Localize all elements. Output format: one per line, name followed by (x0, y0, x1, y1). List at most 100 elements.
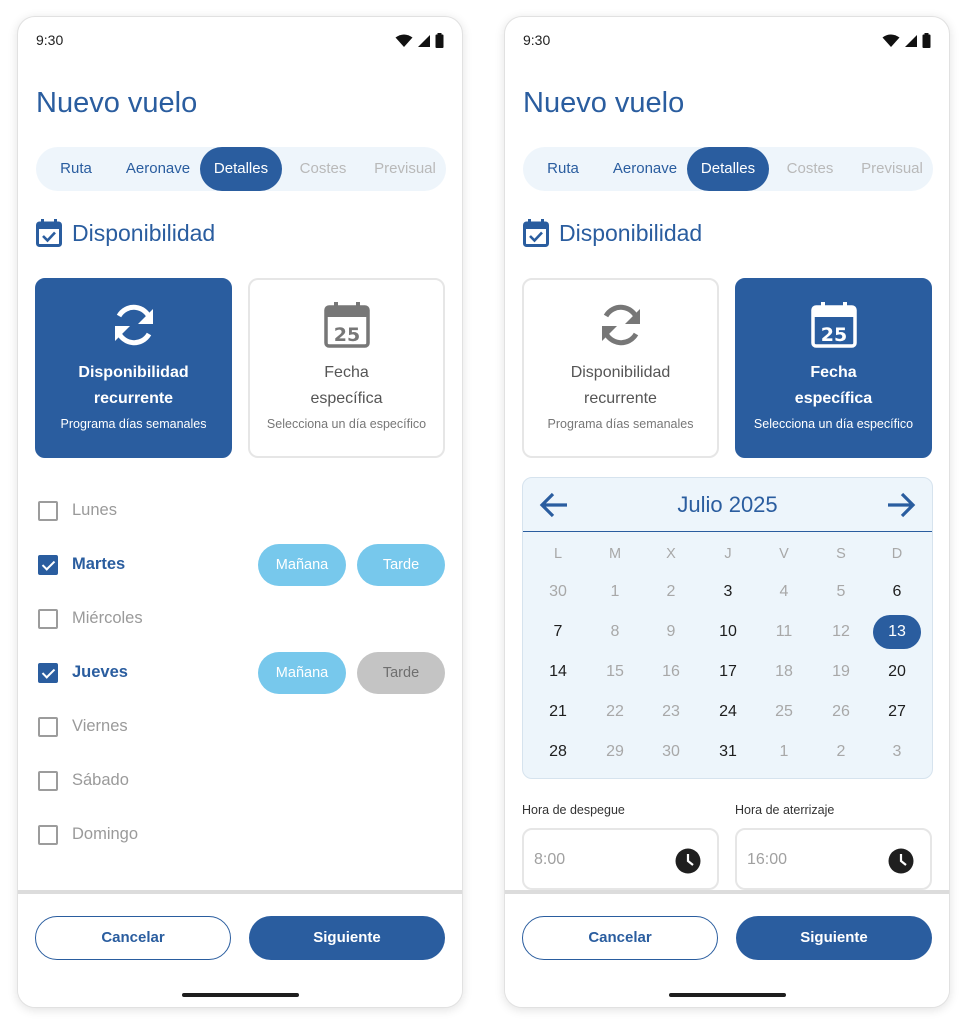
card-title-line2: específica (794, 390, 873, 407)
weekday-header: X (666, 546, 676, 562)
calendar-day: 25 (775, 703, 793, 720)
checkbox-sabado[interactable] (38, 771, 58, 791)
day-label: Martes (72, 555, 126, 573)
card-recurrent[interactable]: Disponibilidad recurrente Programa días … (35, 278, 232, 458)
home-indicator[interactable] (182, 993, 299, 997)
calendar-day[interactable]: 27 (869, 694, 925, 730)
day-label: Lunes (72, 501, 117, 519)
tab-ruta[interactable]: Ruta (36, 147, 116, 191)
checkbox-domingo[interactable] (38, 825, 58, 845)
calendar-day: 18 (775, 663, 793, 680)
clock-icon[interactable] (675, 848, 701, 874)
tab-aeronave[interactable]: Aeronave (603, 147, 687, 191)
card-specific-date[interactable]: 25 Fecha específica Selecciona un día es… (248, 278, 445, 458)
calendar-day[interactable]: 3 (700, 574, 756, 610)
cancel-button[interactable]: Cancelar (522, 916, 718, 960)
day-row-viernes: Viernes (38, 707, 448, 747)
weekday-header: D (891, 546, 903, 562)
calendar-check-icon (36, 219, 62, 247)
sync-icon (601, 304, 640, 346)
day-row-martes: Martes Mañana Tarde (38, 544, 448, 586)
morning-toggle-jueves[interactable]: Mañana (258, 652, 346, 694)
morning-toggle-martes[interactable]: Mañana (258, 544, 346, 586)
calendar-day: 4 (779, 583, 789, 600)
tab-aeronave[interactable]: Aeronave (116, 147, 200, 191)
bottom-action-bar: Cancelar Siguiente (18, 890, 462, 1007)
calendar-day: 1 (779, 743, 789, 760)
checkbox-lunes[interactable] (38, 501, 58, 521)
calendar-day: 26 (832, 703, 850, 720)
svg-text:25: 25 (820, 324, 846, 346)
section-title: Disponibilidad (72, 219, 216, 246)
afternoon-toggle-martes[interactable]: Tarde (357, 544, 445, 586)
calendar-day: 23 (662, 703, 680, 720)
afternoon-toggle-jueves[interactable]: Tarde (357, 652, 445, 694)
calendar-day: 2 (836, 743, 846, 760)
card-title-line2: específica (310, 390, 383, 407)
calendar-day: 15 (606, 663, 624, 680)
card-title-line1: Fecha (324, 364, 369, 381)
checkbox-jueves[interactable] (38, 663, 58, 683)
calendar-picker: Julio 2025 L M X J V S D 30 1 2 3 4 5 6 7 8 9 10 11 12 13 14 1… (522, 477, 933, 779)
card-specific-date[interactable]: 25 Fecha específica Selecciona un día es… (735, 278, 932, 458)
calendar-day: 1 (610, 583, 620, 600)
weekday-header: M (608, 546, 622, 562)
takeoff-time-field[interactable]: 8:00 (522, 828, 719, 890)
calendar-day: 22 (606, 703, 624, 720)
day-label: Jueves (72, 663, 128, 681)
calendar-day: 19 (832, 663, 850, 680)
calendar-day[interactable]: 28 (530, 734, 586, 770)
weekday-header: S (836, 546, 846, 562)
section-header: Disponibilidad (36, 217, 215, 249)
calendar-day: 16 (662, 663, 680, 680)
card-subtitle: Selecciona un día específico (753, 417, 914, 431)
calendar-day-selected[interactable]: 13 (869, 614, 925, 650)
tab-detalles[interactable]: Detalles (200, 147, 282, 191)
calendar-day[interactable]: 17 (700, 654, 756, 690)
calendar-day[interactable]: 24 (700, 694, 756, 730)
card-subtitle: Selecciona un día específico (266, 417, 427, 431)
step-tabs: Ruta Aeronave Detalles Costes Previsual (36, 147, 446, 191)
checkbox-martes[interactable] (38, 555, 58, 575)
day-row-jueves: Jueves Mañana Tarde (38, 652, 448, 694)
calendar-day: 11 (775, 623, 793, 640)
day-label: Sábado (72, 771, 129, 789)
takeoff-time-value: 8:00 (534, 851, 566, 868)
calendar-day[interactable]: 14 (530, 654, 586, 690)
battery-icon (435, 33, 444, 48)
section-title: Disponibilidad (559, 219, 703, 246)
tab-ruta[interactable]: Ruta (523, 147, 603, 191)
checkbox-viernes[interactable] (38, 717, 58, 737)
section-header: Disponibilidad (523, 217, 702, 249)
signal-icon (905, 34, 917, 47)
clock-icon[interactable] (888, 848, 914, 874)
home-indicator[interactable] (669, 993, 786, 997)
calendar-day[interactable]: 20 (869, 654, 925, 690)
day-row-sabado: Sábado (38, 761, 448, 801)
calendar-day[interactable]: 21 (530, 694, 586, 730)
next-month-icon[interactable] (886, 491, 916, 519)
landing-time-field[interactable]: 16:00 (735, 828, 932, 890)
wifi-icon (882, 34, 900, 47)
cancel-button[interactable]: Cancelar (35, 916, 231, 960)
card-title-line1: Disponibilidad (78, 364, 189, 381)
calendar-day[interactable]: 31 (700, 734, 756, 770)
calendar-day[interactable]: 6 (869, 574, 925, 610)
tab-costes: Costes (786, 160, 834, 177)
calendar-day[interactable]: 10 (700, 614, 756, 650)
status-bar: 9:30 (523, 31, 931, 51)
sync-icon (114, 304, 153, 346)
weekday-header: J (724, 546, 732, 562)
phone-screen-specific-date: 9:30 Nuevo vuelo Ruta Aeronave Detalles … (504, 16, 950, 1008)
next-button[interactable]: Siguiente (249, 916, 445, 960)
calendar-day: 29 (606, 743, 624, 760)
card-title-line2: recurrente (584, 390, 657, 407)
tab-detalles[interactable]: Detalles (687, 147, 769, 191)
weekday-header: L (553, 546, 563, 562)
card-subtitle: Programa días semanales (547, 417, 694, 431)
calendar-day[interactable]: 7 (530, 614, 586, 650)
checkbox-miercoles[interactable] (38, 609, 58, 629)
card-recurrent[interactable]: Disponibilidad recurrente Programa días … (522, 278, 719, 458)
calendar-day: 9 (666, 623, 676, 640)
next-button[interactable]: Siguiente (736, 916, 932, 960)
